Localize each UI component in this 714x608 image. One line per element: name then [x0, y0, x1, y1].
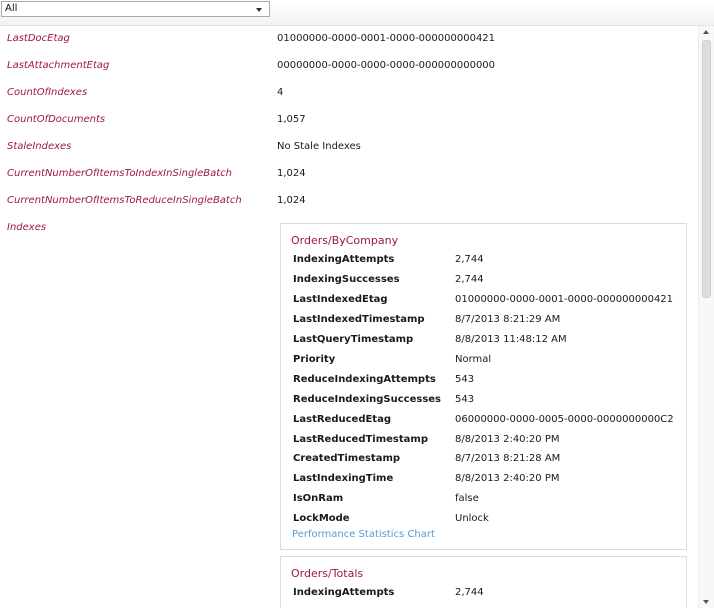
stat-value: 8/8/2013 2:40:20 PM — [455, 473, 560, 484]
vertical-scrollbar[interactable] — [698, 26, 714, 608]
stat-label: CreatedTimestamp — [293, 453, 401, 464]
stat-label: ReduceIndexingAttempts — [293, 374, 436, 385]
stat-value: false — [455, 493, 479, 504]
toolbar: All — [0, 0, 714, 26]
stat-value: 543 — [455, 374, 475, 385]
stat-label: LockMode — [293, 513, 350, 524]
scroll-up-arrow-icon[interactable] — [703, 30, 709, 34]
property-label: CurrentNumberOfItemsToReduceInSingleBatc… — [7, 195, 242, 206]
property-value: 1,024 — [277, 195, 306, 206]
filter-selected-value: All — [5, 3, 18, 14]
index-name: Orders/Totals — [291, 567, 364, 580]
stat-value: 01000000-0000-0001-0000-000000000421 — [455, 294, 674, 305]
property-value: 01000000-0000-0001-0000-000000000421 — [277, 33, 496, 44]
stat-value: 06000000-0000-0005-0000-0000000000C2 — [455, 414, 674, 425]
index-card: Orders/ByCompany IndexingAttempts 2,744 … — [280, 223, 687, 550]
property-value: 1,057 — [277, 114, 306, 125]
chevron-down-icon — [256, 8, 262, 12]
index-name: Orders/ByCompany — [291, 234, 399, 247]
property-value: 4 — [277, 87, 284, 98]
stat-label: LastReducedTimestamp — [293, 434, 428, 445]
property-label: CountOfDocuments — [7, 114, 106, 125]
property-value: 1,024 — [277, 168, 306, 179]
stat-label: LastIndexedTimestamp — [293, 314, 425, 325]
stat-label: LastIndexingTime — [293, 473, 394, 484]
property-label: LastDocEtag — [7, 33, 70, 44]
statistics-panel: LastDocEtag 01000000-0000-0001-0000-0000… — [0, 26, 698, 608]
stat-value: 8/7/2013 8:21:29 AM — [455, 314, 561, 325]
stat-value: 8/8/2013 2:40:20 PM — [455, 434, 560, 445]
stat-value: 2,744 — [455, 254, 484, 265]
stat-label: Priority — [293, 354, 336, 365]
stat-value: 8/7/2013 8:21:28 AM — [455, 453, 561, 464]
scroll-thumb[interactable] — [702, 40, 711, 298]
property-label: CountOfIndexes — [7, 87, 88, 98]
filter-dropdown[interactable]: All — [1, 1, 270, 17]
stat-label: IndexingAttempts — [293, 587, 395, 598]
stat-value: 2,744 — [455, 587, 484, 598]
stat-value: Unlock — [455, 513, 489, 524]
stat-label: LastQueryTimestamp — [293, 334, 414, 345]
property-label: CurrentNumberOfItemsToIndexInSingleBatch — [7, 168, 232, 179]
property-value: 00000000-0000-0000-0000-000000000000 — [277, 60, 496, 71]
indexes-label: Indexes — [7, 222, 47, 233]
index-card: Orders/Totals IndexingAttempts 2,744 — [280, 556, 687, 608]
stat-value: 2,744 — [455, 274, 484, 285]
stat-label: IsOnRam — [293, 493, 344, 504]
scroll-down-arrow-icon[interactable] — [703, 600, 709, 604]
stat-label: ReduceIndexingSuccesses — [293, 394, 442, 405]
stat-label: IndexingAttempts — [293, 254, 395, 265]
property-value: No Stale Indexes — [277, 141, 361, 152]
stat-label: LastReducedEtag — [293, 414, 391, 425]
stat-label: IndexingSuccesses — [293, 274, 400, 285]
stat-value: 543 — [455, 394, 475, 405]
stat-label: LastIndexedEtag — [293, 294, 388, 305]
stat-value: 8/8/2013 11:48:12 AM — [455, 334, 567, 345]
performance-chart-link[interactable]: Performance Statistics Chart — [292, 529, 435, 540]
property-label: LastAttachmentEtag — [7, 60, 110, 71]
stat-value: Normal — [455, 354, 492, 365]
property-label: StaleIndexes — [7, 141, 72, 152]
